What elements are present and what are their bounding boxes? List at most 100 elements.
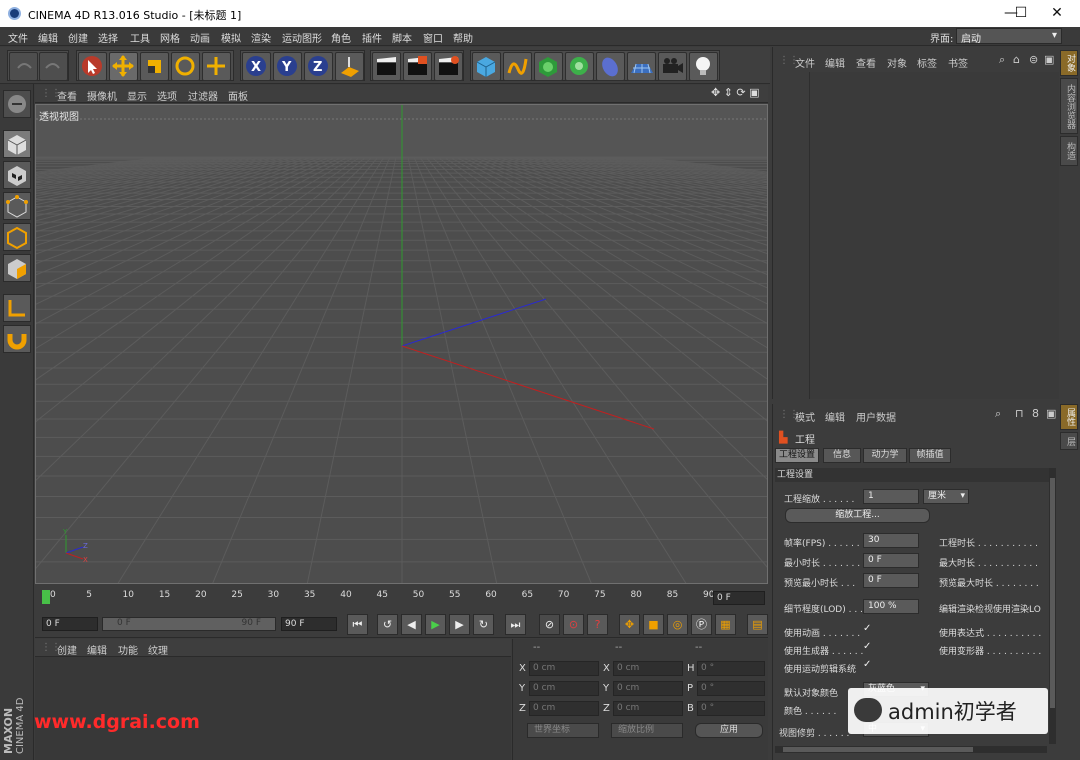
key-pla-button[interactable]: ▦	[715, 614, 736, 635]
axis-mode-button[interactable]	[3, 294, 31, 322]
rotate-tool-button[interactable]	[171, 52, 200, 81]
next-key-button[interactable]: ↻	[473, 614, 494, 635]
menu-character[interactable]: 角色	[331, 30, 351, 45]
spline-pen-button[interactable]	[503, 52, 532, 81]
goto-end-button[interactable]: ⏭	[505, 614, 526, 635]
menu-simulate[interactable]: 模拟	[221, 30, 241, 45]
floor-button[interactable]	[627, 52, 656, 81]
object-menu-bookmarks[interactable]: 书签	[948, 55, 968, 70]
search-icon[interactable]: ⌕	[995, 407, 1001, 421]
tab-interpolation[interactable]: 帧插值	[909, 448, 951, 463]
size-y-field[interactable]: 0 cm	[613, 681, 683, 696]
key-position-button[interactable]: ✥	[619, 614, 640, 635]
preview-min-field[interactable]: 0 F	[863, 573, 919, 588]
use-motion-system-checkbox[interactable]: ✓	[863, 659, 871, 670]
texture-mode-button[interactable]	[3, 161, 31, 189]
camera-button[interactable]	[658, 52, 687, 81]
object-menu-view[interactable]: 查看	[856, 55, 876, 70]
rot-b-field[interactable]: 0 °	[697, 701, 765, 716]
y-axis-button[interactable]: Y	[273, 52, 302, 81]
scale-project-button[interactable]: 缩放工程...	[785, 508, 930, 523]
scrollbar-thumb[interactable]	[1050, 478, 1055, 708]
side-tab-objects[interactable]: 对象	[1060, 50, 1078, 76]
apply-button[interactable]: 应用	[695, 723, 763, 738]
attr-menu-userdata[interactable]: 用户数据	[856, 409, 896, 424]
home-icon[interactable]: ⌂	[1013, 53, 1020, 66]
material-menu-texture[interactable]: 纹理	[148, 642, 168, 657]
menu-edit[interactable]: 编辑	[38, 30, 58, 45]
timeline[interactable]: 0 5 10 15 20 25 30 35 40 45 50 55 60 65 70 75 80 85 90 0 F	[35, 588, 768, 608]
settings-icon[interactable]: 8	[1032, 407, 1039, 420]
play-button[interactable]: ▶	[425, 614, 446, 635]
viewport-menu-options[interactable]: 选项	[157, 88, 177, 103]
coordinate-system-button[interactable]	[335, 52, 364, 81]
menu-tools[interactable]: 工具	[130, 30, 150, 45]
scrollbar-thumb[interactable]	[783, 747, 973, 752]
prev-key-button[interactable]: ↺	[377, 614, 398, 635]
key-param-button[interactable]: Ⓟ	[691, 614, 712, 635]
close-button[interactable]: ✕	[1034, 0, 1080, 27]
object-menu-tags[interactable]: 标签	[917, 55, 937, 70]
side-tab-structure[interactable]: 构造	[1060, 136, 1078, 166]
array-button[interactable]	[565, 52, 594, 81]
make-editable-button[interactable]	[3, 90, 31, 118]
model-mode-button[interactable]	[3, 130, 31, 158]
menu-script[interactable]: 脚本	[392, 30, 412, 45]
viewport-menu-panel[interactable]: 面板	[228, 88, 248, 103]
next-frame-button[interactable]: ▶	[449, 614, 470, 635]
x-axis-button[interactable]: X	[242, 52, 271, 81]
vertical-scrollbar[interactable]	[1049, 468, 1056, 744]
viewport-menu-display[interactable]: 显示	[127, 88, 147, 103]
snap-button[interactable]	[3, 325, 31, 353]
rot-p-field[interactable]: 0 °	[697, 681, 765, 696]
render-settings-button[interactable]	[434, 52, 463, 81]
tab-project-settings[interactable]: 工程设置	[775, 448, 819, 463]
range-slider[interactable]: 0 F 90 F	[102, 617, 276, 631]
viewport-menu-filter[interactable]: 过滤器	[188, 88, 218, 103]
panel-icon[interactable]: ▣	[1044, 53, 1054, 66]
scale-mode-select[interactable]: 缩放比例	[611, 723, 683, 738]
attr-menu-edit[interactable]: 编辑	[825, 409, 845, 424]
lod-field[interactable]: 100 %	[863, 599, 919, 614]
object-list[interactable]	[809, 72, 1059, 399]
light-button[interactable]	[689, 52, 718, 81]
pos-z-field[interactable]: 0 cm	[529, 701, 599, 716]
material-menu-edit[interactable]: 编辑	[87, 642, 107, 657]
record-keys-button[interactable]: ⊘	[539, 614, 560, 635]
min-time-field[interactable]: 0 F	[863, 553, 919, 568]
subdivision-button[interactable]	[534, 52, 563, 81]
fps-field[interactable]: 30	[863, 533, 919, 548]
object-menu-file[interactable]: 文件	[795, 55, 815, 70]
perspective-viewport[interactable]: Y Z X 透视视图	[35, 104, 768, 584]
playhead[interactable]	[42, 590, 50, 604]
keyframe-selection-button[interactable]: ?	[587, 614, 608, 635]
viewport-menu-view[interactable]: 查看	[57, 88, 77, 103]
render-picture-viewer-button[interactable]	[403, 52, 432, 81]
menu-select[interactable]: 选择	[98, 30, 118, 45]
points-mode-button[interactable]	[3, 192, 31, 220]
viewport-nav-icons[interactable]: ✥ ⇕ ⟳ ▣	[711, 86, 760, 99]
project-scale-field[interactable]: 1	[863, 489, 919, 504]
auto-keying-button[interactable]: ⊙	[563, 614, 584, 635]
use-animation-checkbox[interactable]: ✓	[863, 623, 871, 634]
prev-frame-button[interactable]: ◀	[401, 614, 422, 635]
tab-dynamics[interactable]: 动力学	[863, 448, 907, 463]
rot-h-field[interactable]: 0 °	[697, 661, 765, 676]
menu-render[interactable]: 渲染	[251, 30, 271, 45]
menu-mesh[interactable]: 网格	[160, 30, 180, 45]
side-tab-content-browser[interactable]: 内容浏览器	[1060, 78, 1078, 134]
timeline-window-button[interactable]: ▤	[747, 614, 768, 635]
settings-icon[interactable]: ⊜	[1029, 53, 1038, 66]
menu-create[interactable]: 创建	[68, 30, 88, 45]
key-rotation-button[interactable]: ◎	[667, 614, 688, 635]
menu-animate[interactable]: 动画	[190, 30, 210, 45]
live-selection-button[interactable]	[78, 52, 107, 81]
menu-plugins[interactable]: 插件	[362, 30, 382, 45]
pos-y-field[interactable]: 0 cm	[529, 681, 599, 696]
menu-mograph[interactable]: 运动图形	[282, 30, 322, 45]
start-frame-field[interactable]: 0 F	[42, 617, 98, 631]
deformer-button[interactable]	[596, 52, 625, 81]
size-z-field[interactable]: 0 cm	[613, 701, 683, 716]
cube-button[interactable]	[472, 52, 501, 81]
move-tool-button[interactable]	[109, 52, 138, 81]
